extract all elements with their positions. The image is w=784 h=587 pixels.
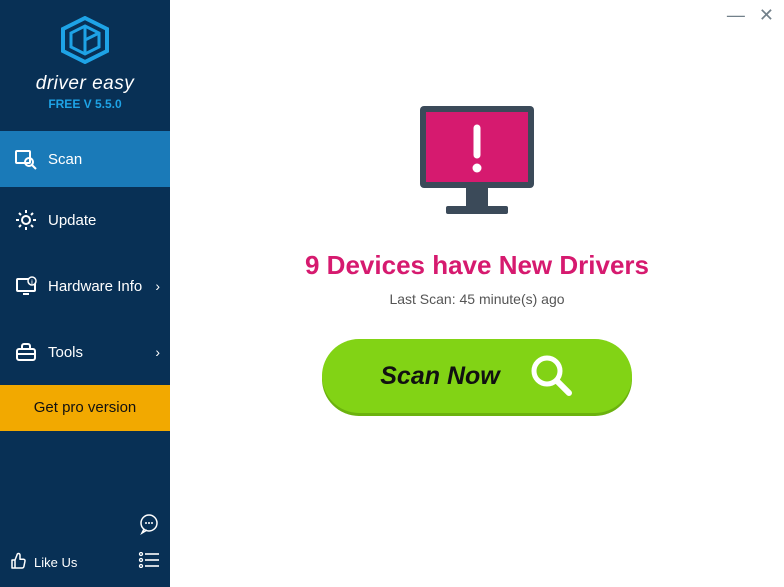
alert-monitor-icon — [412, 100, 542, 230]
like-us-button[interactable]: Like Us — [10, 552, 77, 573]
get-pro-button[interactable]: Get pro version — [0, 385, 170, 431]
sidebar: driver easy FREE V 5.5.0 Scan — [0, 0, 170, 587]
sidebar-item-label: Update — [48, 212, 96, 229]
like-us-label: Like Us — [34, 555, 77, 570]
sidebar-item-hardware-info[interactable]: i Hardware Info › — [0, 253, 170, 319]
sidebar-item-label: Scan — [48, 151, 82, 168]
content: 9 Devices have New Drivers Last Scan: 45… — [170, 0, 784, 413]
app-logo-icon — [58, 16, 112, 69]
chevron-right-icon: › — [155, 344, 160, 360]
scan-icon — [12, 148, 40, 170]
window-controls: — ✕ — [727, 6, 774, 24]
get-pro-label: Get pro version — [34, 399, 137, 416]
sidebar-item-label: Tools — [48, 344, 83, 361]
main-area: — ✕ 9 Devices have New Drivers Last Scan… — [170, 0, 784, 587]
thumbs-up-icon — [10, 552, 28, 573]
feedback-icon[interactable] — [138, 513, 160, 540]
last-scan-label: Last Scan: 45 minute(s) ago — [389, 291, 564, 307]
sidebar-bottom: Like Us — [0, 503, 170, 587]
sidebar-item-tools[interactable]: Tools › — [0, 319, 170, 385]
magnifier-icon — [528, 352, 574, 401]
logo-area: driver easy FREE V 5.5.0 — [0, 0, 170, 121]
scan-now-label: Scan Now — [380, 362, 499, 391]
menu-list-icon[interactable] — [138, 552, 160, 573]
close-button[interactable]: ✕ — [759, 6, 774, 24]
brand-name: driver easy — [0, 73, 170, 95]
sidebar-item-label: Hardware Info — [48, 278, 142, 295]
headline: 9 Devices have New Drivers — [305, 250, 649, 281]
monitor-info-icon: i — [12, 275, 40, 297]
gear-icon — [12, 209, 40, 231]
toolbox-icon — [12, 341, 40, 363]
minimize-button[interactable]: — — [727, 6, 745, 24]
version-label: FREE V 5.5.0 — [0, 97, 170, 111]
nav: Scan Update — [0, 131, 170, 385]
bottom-icons — [138, 513, 160, 573]
chevron-right-icon: › — [155, 278, 160, 294]
sidebar-item-scan[interactable]: Scan — [0, 131, 170, 187]
sidebar-item-update[interactable]: Update — [0, 187, 170, 253]
scan-now-button[interactable]: Scan Now — [322, 339, 632, 413]
